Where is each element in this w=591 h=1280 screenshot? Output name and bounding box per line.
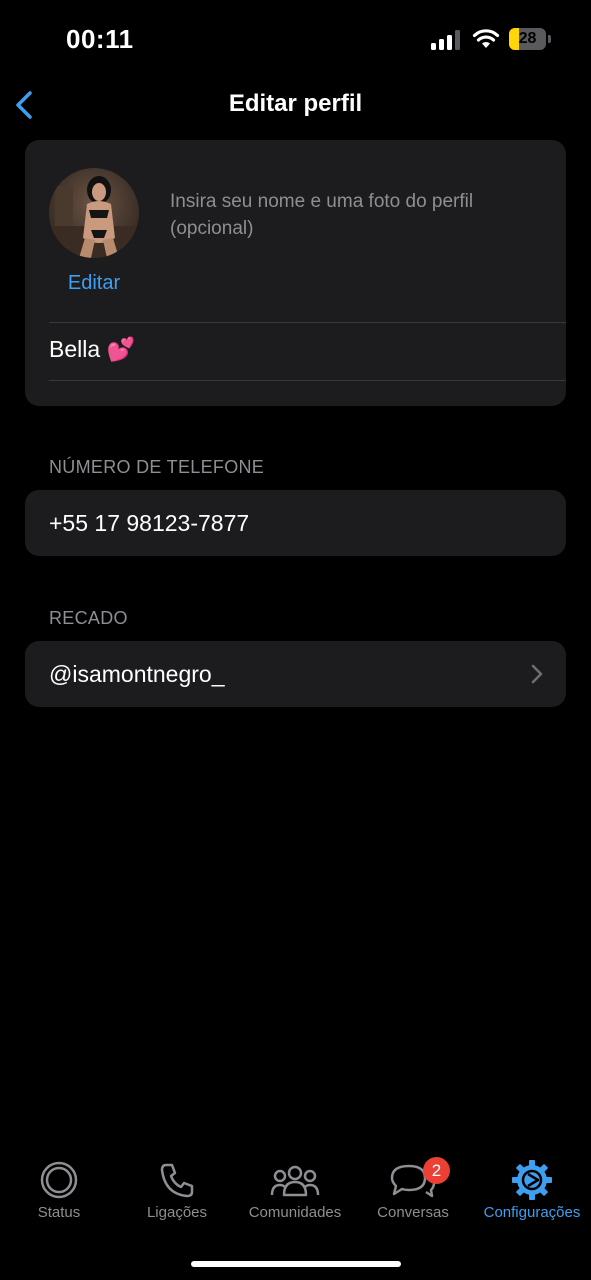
navigation-bar: Editar perfil (0, 80, 591, 130)
divider (49, 322, 566, 323)
cellular-signal-icon (431, 30, 463, 50)
edit-photo-button[interactable]: Editar (49, 272, 139, 295)
tab-settings[interactable]: Configurações (473, 1160, 591, 1230)
phone-icon (160, 1163, 194, 1198)
tab-chats[interactable]: 2 Conversas (354, 1157, 472, 1230)
battery-icon: 28 (509, 28, 551, 50)
status-icon (40, 1161, 78, 1199)
tab-label: Configurações (483, 1204, 581, 1221)
tab-label: Conversas (377, 1204, 449, 1221)
profile-photo[interactable] (49, 168, 139, 258)
avatar-image (49, 168, 139, 258)
page-title: Editar perfil (228, 90, 363, 117)
tab-calls[interactable]: Ligações (118, 1160, 236, 1230)
profile-card: Editar Insira seu nome e uma foto do per… (25, 140, 566, 406)
communities-icon (270, 1165, 320, 1197)
phone-section-label: NÚMERO DE TELEFONE (49, 457, 265, 477)
phone-card: +55 17 98123-7877 (25, 490, 566, 556)
unread-badge: 2 (423, 1157, 450, 1184)
tab-label: Status (37, 1204, 81, 1221)
wifi-icon (472, 29, 500, 48)
home-indicator (191, 1261, 401, 1267)
phone-number: +55 17 98123-7877 (49, 510, 250, 536)
gear-icon (512, 1160, 552, 1200)
battery-level: 28 (518, 30, 537, 47)
about-row[interactable]: @isamontnegro_ (25, 641, 566, 707)
about-text: @isamontnegro_ (49, 661, 225, 687)
status-bar: 00:11 28 (0, 0, 591, 80)
divider (49, 380, 566, 381)
status-time: 00:11 (66, 24, 134, 54)
profile-hint: Insira seu nome e uma foto do perfil (op… (170, 191, 474, 239)
chevron-right-icon (531, 664, 543, 684)
tab-label: Ligações (146, 1204, 208, 1221)
tab-communities[interactable]: Comunidades (236, 1160, 354, 1230)
about-section-label: RECADO (49, 608, 128, 628)
name-input[interactable]: Bella 💕 (49, 336, 135, 363)
tab-status[interactable]: Status (0, 1160, 118, 1230)
tab-label: Comunidades (248, 1204, 342, 1221)
tab-bar: Status Ligações Comunidades 2 Conversas (0, 1150, 591, 1240)
